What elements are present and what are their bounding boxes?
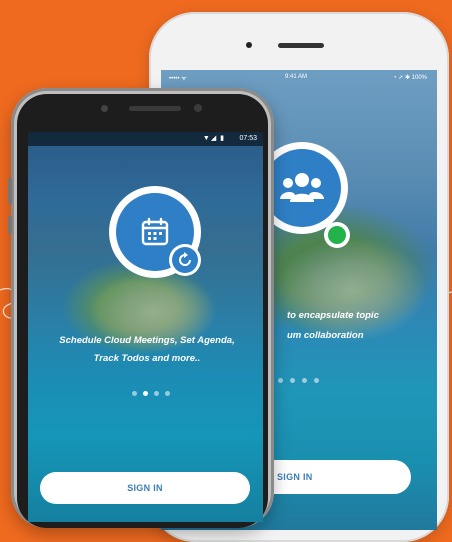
- page-dot[interactable]: [302, 378, 307, 383]
- earpiece-speaker: [278, 43, 324, 48]
- page-dot[interactable]: [290, 378, 295, 383]
- proximity-sensor: [194, 104, 202, 112]
- status-icons: ▼◢ ▮: [202, 135, 225, 142]
- sync-icon: [172, 247, 198, 273]
- carrier-signal: ••••• ᯤ: [169, 76, 187, 82]
- online-status-icon: [324, 222, 350, 248]
- tagline-line: Track Todos and more..: [93, 353, 201, 364]
- tagline-line: um collaboration: [287, 330, 364, 341]
- page-dot[interactable]: [154, 391, 159, 396]
- front-camera: [246, 42, 252, 48]
- page-dot[interactable]: [314, 378, 319, 383]
- tagline-line: Schedule Cloud Meetings, Set Agenda,: [59, 335, 235, 346]
- status-time: 9:41 AM: [285, 74, 308, 80]
- battery-indicator: ◔ ➚ ✱ 100%: [392, 75, 427, 81]
- status-time: 07:53: [239, 135, 257, 142]
- page-dot[interactable]: [132, 391, 137, 396]
- sign-in-button[interactable]: SIGN IN: [251, 460, 411, 494]
- tagline-line: to encapsulate topic: [287, 310, 379, 321]
- status-bar: ••••• ᯤ 9:41 AM ◔ ➚ ✱ 100%: [161, 70, 437, 84]
- android-screen: ▼◢ ▮ 07:53 Schedule Cloud Meetings, Set …: [28, 132, 263, 522]
- page-indicator: [278, 378, 319, 383]
- page-dot-active[interactable]: [143, 391, 148, 396]
- status-bar: ▼◢ ▮ 07:53: [28, 132, 263, 146]
- front-camera: [101, 105, 108, 112]
- onboarding-tagline: Schedule Cloud Meetings, Set Agenda, Tra…: [38, 332, 256, 368]
- onboarding-tagline: to encapsulate topic um collaboration: [287, 306, 437, 346]
- earpiece-speaker: [129, 106, 181, 111]
- page-dot[interactable]: [165, 391, 170, 396]
- group-icon: [263, 149, 341, 227]
- android-mockup: ▼◢ ▮ 07:53 Schedule Cloud Meetings, Set …: [8, 88, 274, 528]
- sign-in-button[interactable]: SIGN IN: [40, 472, 250, 504]
- volume-button: [8, 178, 12, 204]
- power-button: [8, 216, 12, 234]
- page-dot[interactable]: [278, 378, 283, 383]
- page-indicator: [132, 391, 170, 396]
- sync-badge: [169, 244, 201, 276]
